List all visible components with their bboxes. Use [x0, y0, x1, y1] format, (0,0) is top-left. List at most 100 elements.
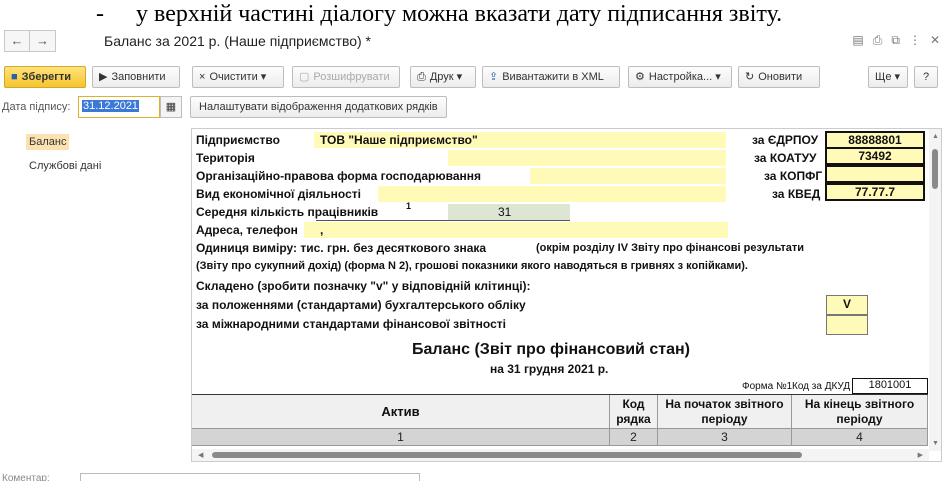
territory-field[interactable]	[448, 150, 726, 166]
vertical-scroll-thumb[interactable]	[932, 149, 938, 189]
comment-bar: Коментар:	[0, 470, 944, 481]
comment-input[interactable]	[80, 473, 420, 481]
save-button[interactable]: ■ Зберегти	[4, 66, 86, 88]
koatuu-label: за КОАТУУ	[754, 151, 817, 165]
command-bar: ■ Зберегти ▶ Заповнити × Очистити ▾ ▢ Розшиф…	[0, 66, 944, 90]
scroll-left-icon[interactable]: ◀	[198, 451, 203, 459]
print-icon[interactable]: ⎙	[873, 33, 883, 48]
preview-icon[interactable]: ⧉	[891, 33, 900, 48]
edrpou-label: за ЄДРПОУ	[752, 133, 819, 147]
address-value[interactable]: ,	[320, 223, 323, 237]
chevron-down-icon: ▾	[456, 71, 463, 83]
chevron-down-icon: ▾	[260, 71, 267, 83]
comment-label: Коментар:	[2, 473, 50, 481]
clear-button[interactable]: × Очистити ▾	[192, 66, 284, 88]
dkud-label: Код за ДКУД	[792, 381, 851, 392]
floppy-icon: ■	[11, 71, 18, 83]
sidebar-item-service-data[interactable]: Службові дані	[26, 158, 104, 174]
scroll-right-icon[interactable]: ▶	[918, 451, 923, 459]
vertical-scrollbar[interactable]: ▲ ▼	[929, 129, 941, 451]
horizontal-scrollbar[interactable]: ◀ ▶	[192, 449, 929, 461]
cross-icon: ×	[199, 71, 206, 83]
col-end: На кінець звітного періоду	[792, 395, 928, 429]
sections-sidebar: Баланс Службові дані	[0, 128, 184, 464]
chevron-down-icon: ▾	[715, 71, 721, 83]
report-sheet: Підприємство ТОВ "Наше підприємство" Тер…	[191, 128, 942, 462]
signature-date-input[interactable]: 31.12.2021	[78, 96, 160, 118]
kopfg-label: за КОПФГ	[764, 169, 823, 183]
standards-mark-cell[interactable]: V	[826, 295, 868, 315]
more-vertical-icon[interactable]: ⋮	[909, 33, 921, 48]
kopfg-value[interactable]	[825, 165, 925, 183]
caption-text: у верхній частині діалогу можна вказати …	[136, 1, 783, 27]
sidebar-item-balance[interactable]: Баланс	[26, 134, 70, 150]
signature-date-label: Дата підпису:	[2, 101, 71, 113]
horizontal-scroll-thumb[interactable]	[212, 452, 802, 458]
refresh-icon: ↻	[745, 71, 755, 83]
address-label: Адреса, телефон	[196, 223, 298, 237]
staff-label: Середня кількість працівників	[196, 205, 379, 219]
decode-icon: ▢	[299, 71, 310, 83]
dkud-value[interactable]: 1801001	[852, 378, 928, 394]
enterprise-label: Підприємство	[196, 133, 280, 147]
nav-buttons: ← →	[4, 30, 56, 52]
print-button[interactable]: ⎙ Друк ▾	[410, 66, 476, 88]
chevron-down-icon: ▾	[894, 71, 901, 83]
report-heading: Баланс (Звіт про фінансовий стан)	[412, 341, 690, 358]
configure-rows-button[interactable]: Налаштувати відображення додаткових рядк…	[190, 96, 447, 118]
kved-value[interactable]: 77.77.7	[825, 183, 925, 201]
settings-button[interactable]: ⚙ Настройка... ▾	[628, 66, 732, 88]
legal-form-field[interactable]	[530, 168, 726, 184]
staff-value[interactable]: 31	[498, 205, 511, 219]
enterprise-value[interactable]: ТОВ "Наше підприємство"	[320, 133, 478, 147]
col-num-3: 3	[658, 429, 792, 446]
activity-field[interactable]	[378, 186, 726, 202]
window-title: Баланс за 2021 р. (Наше підприємство) *	[104, 33, 372, 49]
report-date: на 31 грудня 2021 р.	[490, 362, 609, 376]
export-icon: ⇪	[489, 71, 499, 83]
printer-icon: ⎙	[417, 71, 426, 83]
unit-note: (окрім розділу IV Звіту про фінансові ре…	[536, 242, 805, 254]
unit-note-2: (Звіту про сукупний дохід) (форма N 2), …	[196, 260, 748, 272]
refresh-button[interactable]: ↻ Оновити	[738, 66, 820, 88]
close-icon[interactable]: ✕	[930, 33, 940, 48]
calendar-icon[interactable]: ▦	[160, 96, 182, 118]
form-number: Форма №1	[742, 381, 793, 392]
document-caption: - у верхній частині діалогу можна вказат…	[0, 0, 944, 28]
activity-label: Вид економічної діяльності	[196, 187, 361, 201]
window-actions: ▤ ⎙ ⧉ ⋮ ✕	[852, 33, 940, 48]
play-icon: ▶	[99, 71, 108, 83]
col-asset: Актив	[192, 395, 610, 429]
scroll-up-icon[interactable]: ▲	[932, 133, 939, 140]
standards-label: за положеннями (стандартами) бухгалтерсь…	[196, 298, 526, 312]
help-button[interactable]: ?	[914, 66, 938, 88]
koatuu-value[interactable]: 73492	[825, 147, 925, 165]
back-button[interactable]: ←	[4, 30, 30, 52]
forward-button[interactable]: →	[30, 30, 56, 52]
more-button[interactable]: Ще ▾	[868, 66, 908, 88]
col-num-2: 2	[610, 429, 658, 446]
signature-date-bar: Дата підпису: 31.12.2021 ▦ Налаштувати в…	[0, 96, 944, 120]
intl-standards-label: за міжнародними стандартами фінансової з…	[196, 317, 506, 331]
legal-form-label: Організаційно-правова форма господарюван…	[196, 169, 482, 183]
intl-mark-cell[interactable]	[826, 315, 868, 335]
kved-label: за КВЕД	[772, 187, 821, 201]
export-xml-button[interactable]: ⇪ Вивантажити в XML	[482, 66, 620, 88]
col-num-1: 1	[192, 429, 610, 446]
col-num-4: 4	[792, 429, 928, 446]
compiled-label: Складено (зробити позначку "v" у відпові…	[196, 279, 531, 293]
territory-label: Територія	[196, 151, 255, 165]
col-start: На початок звітного періоду	[658, 395, 792, 429]
decode-button[interactable]: ▢ Розшифрувати	[292, 66, 400, 88]
staff-footnote: 1	[406, 201, 412, 211]
col-code: Код рядка	[610, 395, 658, 429]
settings-icon: ⚙	[635, 71, 645, 83]
caption-dash: -	[96, 1, 104, 27]
staff-underline	[316, 220, 570, 221]
scroll-down-icon[interactable]: ▼	[932, 440, 939, 447]
save-disk-icon[interactable]: ▤	[852, 33, 863, 48]
title-bar: ← → Баланс за 2021 р. (Наше підприємство…	[0, 28, 944, 56]
address-field-bg	[304, 222, 728, 238]
unit-line: Одиниця виміру: тис. грн. без десятковог…	[196, 241, 487, 255]
fill-button[interactable]: ▶ Заповнити	[92, 66, 180, 88]
